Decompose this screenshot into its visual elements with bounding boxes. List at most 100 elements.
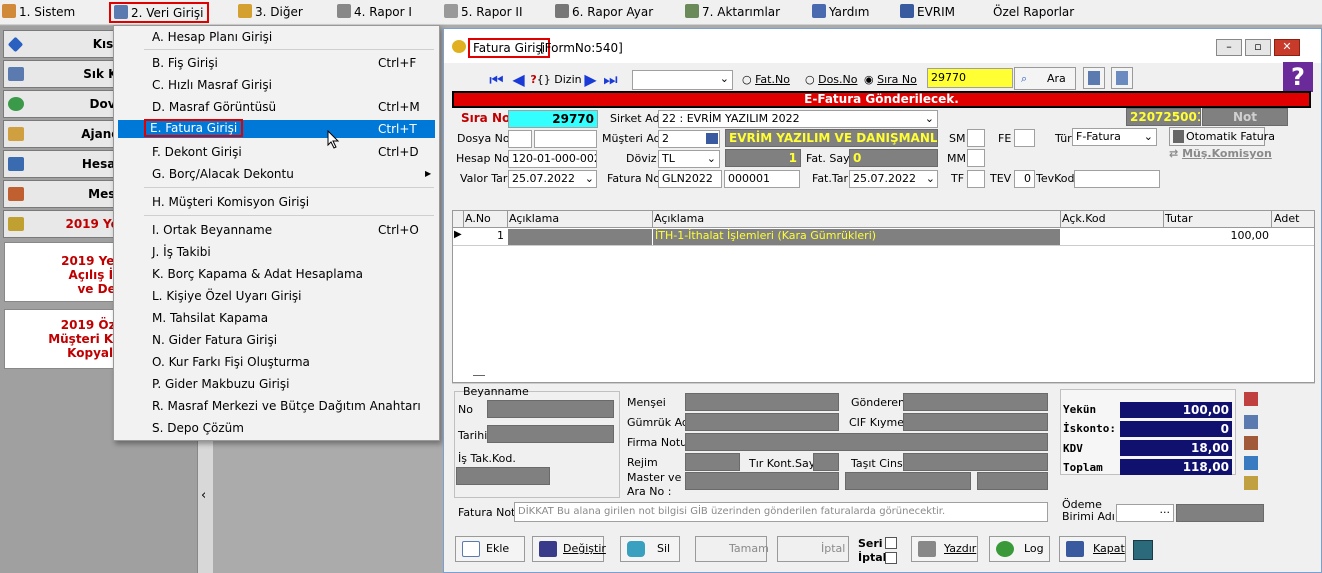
stack-icon[interactable] bbox=[1244, 476, 1258, 490]
col-header-aciklama2[interactable]: Açıklama bbox=[654, 212, 704, 225]
list-icon[interactable] bbox=[1244, 456, 1258, 470]
col-header-ano[interactable]: A.No bbox=[465, 212, 491, 225]
fatura-no-number[interactable]: 000001 bbox=[724, 170, 800, 188]
sira-no-field[interactable]: 29770 bbox=[508, 110, 598, 128]
prev-record-button[interactable]: ◀ bbox=[510, 70, 527, 91]
iptal-label: İptal bbox=[858, 551, 887, 564]
menu-item-tahsilat-kapama[interactable]: M. Tahsilat Kapama bbox=[116, 308, 437, 328]
tur-select[interactable]: F-Fatura ⌄ bbox=[1072, 128, 1157, 146]
odeme-lookup-button[interactable]: ··· bbox=[1116, 504, 1174, 522]
menu-diger[interactable]: 3. Diğer bbox=[238, 3, 303, 23]
iptal-checkbox[interactable] bbox=[885, 552, 897, 564]
next-record-button[interactable]: ▶ bbox=[582, 70, 599, 91]
chevron-down-icon: ⌄ bbox=[706, 152, 716, 165]
add-doc-icon[interactable] bbox=[1244, 392, 1258, 406]
dosya-no-field2[interactable] bbox=[534, 130, 597, 148]
doviz-select[interactable]: TL ⌄ bbox=[658, 150, 720, 168]
fatura-not-field[interactable]: DİKKAT Bu alana girilen not bilgisi GİB … bbox=[514, 502, 1048, 522]
row-tutar[interactable]: 100,00 bbox=[1164, 229, 1271, 242]
menu-item-kisiye-ozel-uyari[interactable]: L. Kişiye Özel Uyarı Girişi bbox=[116, 286, 437, 306]
menu-item-depo-cozum[interactable]: S. Depo Çözüm bbox=[116, 418, 437, 438]
select-icon[interactable] bbox=[1244, 415, 1258, 429]
minimize-button[interactable]: – bbox=[1216, 39, 1242, 56]
hesap-no-field[interactable]: 120-01-000-002 bbox=[508, 150, 597, 168]
menu-item-borc-kapama[interactable]: K. Borç Kapama & Adat Hesaplama bbox=[116, 264, 437, 284]
fat-tar-field[interactable]: 25.07.2022 ⌄ bbox=[849, 170, 938, 188]
menu-evrim[interactable]: EVRIM bbox=[900, 3, 955, 23]
radio-sira-no[interactable]: ◉ Sıra No bbox=[864, 72, 917, 88]
menu-item-borc-alacak[interactable]: G. Borç/Alacak Dekontu ▶ bbox=[116, 164, 437, 184]
menu-item-hesap-plani[interactable]: A. Hesap Planı Girişi bbox=[116, 27, 437, 47]
maximize-button[interactable]: ▫ bbox=[1245, 39, 1271, 56]
menu-item-fis-girisi[interactable]: B. Fiş Girişi Ctrl+F bbox=[116, 53, 437, 73]
degistir-button[interactable]: Değiştir bbox=[532, 536, 606, 562]
col-header-aciklama1[interactable]: Açıklama bbox=[509, 212, 559, 225]
menu-sistem[interactable]: 1. Sistem bbox=[2, 3, 75, 23]
scroll-indicator bbox=[473, 375, 485, 376]
menu-ozel-raporlar[interactable]: Özel Raporlar bbox=[993, 3, 1074, 23]
fatura-no-prefix[interactable]: GLN2022 bbox=[658, 170, 722, 188]
menu-veri-girisi[interactable]: 2. Veri Girişi bbox=[109, 2, 209, 23]
copy-button[interactable] bbox=[1083, 67, 1105, 89]
menu-item-masraf-goruntusu[interactable]: D. Masraf Görüntüsü Ctrl+M bbox=[116, 97, 437, 117]
calculator-icon[interactable] bbox=[1133, 540, 1153, 560]
yazdir-button[interactable]: Yazdır bbox=[911, 536, 978, 562]
radio-fat-no[interactable]: ○ Fat.No bbox=[742, 72, 790, 88]
menu-aktarimlar[interactable]: 7. Aktarımlar bbox=[685, 3, 780, 23]
lookup-icon[interactable] bbox=[706, 133, 718, 144]
sirket-adi-select[interactable]: 22 : EVRİM YAZILIM 2022 ⌄ bbox=[658, 110, 938, 128]
menu-item-masraf-merkezi[interactable]: R. Masraf Merkezi ve Bütçe Dağıtım Anaht… bbox=[116, 396, 437, 416]
record-select[interactable]: ⌄ bbox=[632, 70, 733, 90]
ara-button[interactable]: ⌕ Ara bbox=[1014, 67, 1076, 90]
mm-field[interactable] bbox=[967, 149, 985, 167]
radio-dos-no[interactable]: ○ Dos.No bbox=[805, 72, 858, 88]
grid-header: A.No Açıklama Açıklama Açk.Kod Tutar Ade… bbox=[453, 211, 1314, 228]
menu-item-musteri-komisyon[interactable]: H. Müşteri Komisyon Girişi bbox=[116, 192, 437, 212]
seri-checkbox[interactable] bbox=[885, 537, 897, 549]
row-aciklama2[interactable]: İTH-1-İthalat İşlemleri (Kara Gümrükleri… bbox=[653, 229, 1060, 245]
preview-button[interactable] bbox=[1111, 67, 1133, 89]
ekle-button[interactable]: Ekle bbox=[455, 536, 525, 562]
menu-item-kur-farki[interactable]: O. Kur Farkı Fişi Oluşturma bbox=[116, 352, 437, 372]
col-header-ack-kod[interactable]: Açk.Kod bbox=[1062, 212, 1106, 225]
menu-yardim[interactable]: Yardım bbox=[812, 3, 869, 23]
help-question-icon[interactable]: ? bbox=[1283, 62, 1313, 92]
kapat-button[interactable]: Kapat bbox=[1059, 536, 1126, 562]
menu-item-dekont-girisi[interactable]: F. Dekont Girişi Ctrl+D bbox=[116, 142, 437, 162]
tarihi-label: Tarihi bbox=[458, 429, 488, 442]
menu-rapor-2[interactable]: 5. Rapor II bbox=[444, 3, 522, 23]
first-record-button[interactable]: ⏮ bbox=[488, 70, 505, 91]
edit-icon bbox=[114, 5, 128, 19]
close-button[interactable]: ✕ bbox=[1274, 39, 1300, 56]
tev-field[interactable]: 0 bbox=[1014, 170, 1035, 188]
menu-item-gider-makbuzu[interactable]: P. Gider Makbuzu Girişi bbox=[116, 374, 437, 394]
menu-item-gider-fatura[interactable]: N. Gider Fatura Girişi bbox=[116, 330, 437, 350]
menu-item-ortak-beyanname[interactable]: I. Ortak Beyanname Ctrl+O bbox=[116, 220, 437, 240]
menu-rapor-1[interactable]: 4. Rapor I bbox=[337, 3, 412, 23]
sil-button[interactable]: Sil bbox=[620, 536, 680, 562]
col-header-tutar[interactable]: Tutar bbox=[1165, 212, 1193, 225]
dosya-no-field1[interactable] bbox=[508, 130, 532, 148]
tf-field[interactable] bbox=[967, 170, 985, 188]
otomatik-fatura-button[interactable]: Otomatik Fatura bbox=[1169, 127, 1275, 146]
menu-item-fatura-girisi[interactable]: E. Fatura Girişi Ctrl+T bbox=[118, 119, 435, 138]
menu-rapor-ayar[interactable]: 6. Rapor Ayar bbox=[555, 3, 653, 23]
fe-field[interactable] bbox=[1014, 129, 1035, 147]
last-record-button[interactable]: ⏭ bbox=[602, 70, 619, 91]
search-input[interactable]: 29770 bbox=[927, 68, 1013, 88]
row-aciklama1[interactable] bbox=[508, 229, 652, 245]
printer-icon[interactable] bbox=[1244, 436, 1258, 450]
dizin-button[interactable]: ?{} Dizin bbox=[530, 70, 582, 91]
iptal-button[interactable]: İptal bbox=[777, 536, 849, 562]
mus-komisyon-button[interactable]: ⇄ Müş.Komisyon bbox=[1169, 147, 1272, 160]
col-header-adet[interactable]: Adet bbox=[1274, 212, 1299, 225]
menu-item-is-takibi[interactable]: J. İş Takibi bbox=[116, 242, 437, 262]
tamam-button[interactable]: Tamam bbox=[695, 536, 769, 562]
tevkod-field[interactable] bbox=[1074, 170, 1160, 188]
log-button[interactable]: Log bbox=[989, 536, 1050, 562]
table-row[interactable]: ▶ 1 İTH-1-İthalat İşlemleri (Kara Gümrük… bbox=[453, 229, 1314, 246]
menu-item-hizli-masraf[interactable]: C. Hızlı Masraf Girişi bbox=[116, 75, 437, 95]
valor-tar-field[interactable]: 25.07.2022 ⌄ bbox=[508, 170, 597, 188]
collapse-arrow-icon[interactable]: ‹ bbox=[201, 488, 206, 503]
sm-field[interactable] bbox=[967, 129, 985, 147]
